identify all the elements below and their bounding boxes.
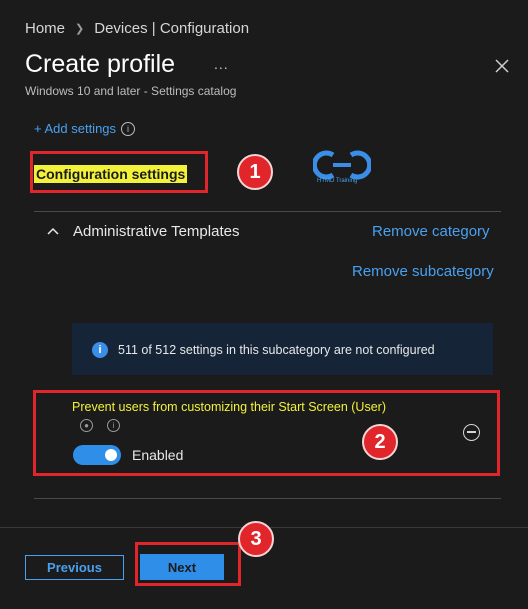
breadcrumb-devices-configuration[interactable]: Devices | Configuration xyxy=(94,20,249,37)
create-profile-panel: Home ❯ Devices | Configuration Create pr… xyxy=(0,0,528,609)
divider xyxy=(34,211,501,212)
breadcrumb: Home ❯ Devices | Configuration xyxy=(25,20,249,37)
callout-badge-2: 2 xyxy=(362,424,398,460)
toggle-knob xyxy=(105,449,117,461)
configuration-settings-heading: Configuration settings xyxy=(34,165,188,183)
more-options-button[interactable]: ... xyxy=(214,56,229,72)
remove-setting-icon[interactable] xyxy=(463,424,480,441)
chevron-right-icon: ❯ xyxy=(75,23,85,35)
add-settings-link[interactable]: + Add settings i xyxy=(34,121,136,136)
setting-title: Prevent users from customizing their Sta… xyxy=(72,400,386,414)
remove-category-link[interactable]: Remove category xyxy=(372,223,490,240)
callout-badge-3: 3 xyxy=(238,521,274,557)
divider xyxy=(34,498,501,499)
info-icon[interactable]: i xyxy=(121,121,136,136)
info-icon: i xyxy=(92,342,108,358)
setting-icons: ● i xyxy=(80,419,120,432)
next-button[interactable]: Next xyxy=(140,554,224,580)
page-subtitle: Windows 10 and later - Settings catalog xyxy=(25,84,237,98)
close-icon[interactable] xyxy=(493,57,511,75)
info-icon[interactable]: i xyxy=(107,419,120,432)
remove-subcategory-link[interactable]: Remove subcategory xyxy=(352,263,494,280)
user-scope-icon[interactable]: ● xyxy=(80,419,93,432)
page-title: Create profile xyxy=(25,50,176,78)
chevron-up-icon[interactable] xyxy=(47,227,59,235)
callout-badge-1: 1 xyxy=(237,154,273,190)
toggle-label: Enabled xyxy=(132,447,184,463)
category-label[interactable]: Administrative Templates xyxy=(73,223,239,240)
breadcrumb-home[interactable]: Home xyxy=(25,20,65,37)
previous-button[interactable]: Previous xyxy=(25,555,124,580)
setting-toggle[interactable] xyxy=(73,445,121,465)
add-settings-label[interactable]: + Add settings xyxy=(34,121,116,136)
banner-text: 511 of 512 settings in this subcategory … xyxy=(118,343,435,357)
logo-text: HTMD Training xyxy=(317,178,358,184)
